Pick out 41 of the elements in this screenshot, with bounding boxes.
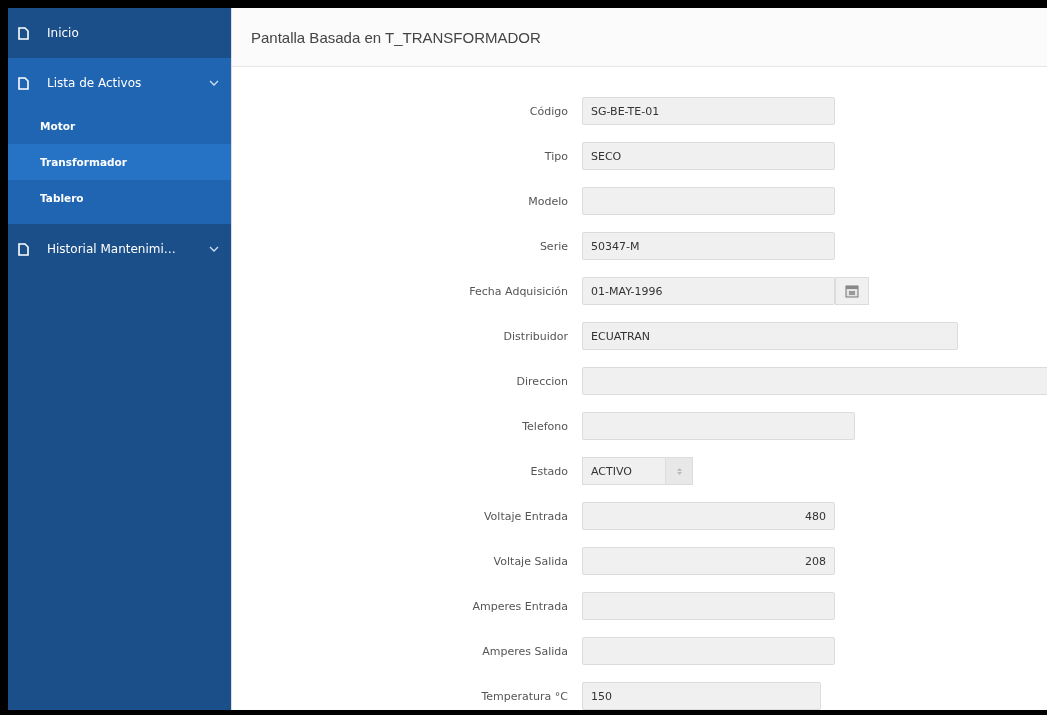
document-icon — [18, 76, 29, 90]
field-label: Voltaje Salida — [492, 554, 569, 568]
field-label: Amperes Entrada — [471, 599, 569, 613]
input-field[interactable]: SG-BE-TE-01 — [582, 97, 835, 125]
input-field[interactable] — [582, 412, 855, 440]
date-field[interactable]: 01-MAY-1996 — [582, 277, 835, 305]
field-label: Modelo — [527, 194, 569, 208]
nav-subitem[interactable]: Tablero — [8, 180, 231, 216]
calendar-icon — [845, 284, 859, 298]
input-field[interactable] — [582, 367, 1047, 395]
field-label: Estado — [529, 464, 569, 478]
chevron-icon — [209, 80, 219, 86]
document-icon — [18, 242, 29, 256]
chevron-icon — [209, 246, 219, 252]
nav-subitem[interactable]: Motor — [8, 108, 231, 144]
nav-subitem[interactable]: Transformador — [8, 144, 231, 180]
sort-arrows-icon — [676, 467, 682, 475]
input-field[interactable]: 208 — [582, 547, 835, 575]
nav-item[interactable]: Lista de Activos — [8, 58, 231, 108]
field-label: Código — [528, 104, 569, 118]
field-label: Serie — [538, 239, 569, 253]
calendar-button[interactable] — [835, 277, 869, 305]
field-label: Distribuidor — [502, 329, 569, 343]
field-label: Fecha Adquisición — [468, 284, 569, 298]
input-field[interactable] — [582, 637, 835, 665]
region-title: Pantalla Basada en T_TRANSFORMADOR — [251, 28, 541, 46]
field-label: Telefono — [521, 419, 569, 433]
document-icon — [18, 26, 29, 40]
status-select[interactable]: ACTIVO — [582, 457, 693, 485]
input-field[interactable]: 480 — [582, 502, 835, 530]
input-field[interactable]: 150 — [582, 682, 821, 710]
input-field[interactable]: SECO — [582, 142, 835, 170]
field-label: Temperatura °C — [480, 689, 569, 703]
field-label: Amperes Salida — [481, 644, 569, 658]
input-field[interactable] — [582, 592, 835, 620]
field-label: Direccion — [515, 374, 569, 388]
field-label: Voltaje Entrada — [482, 509, 569, 523]
field-label: Tipo — [543, 149, 569, 163]
input-field[interactable]: ECUATRAN — [582, 322, 958, 350]
input-field[interactable] — [582, 187, 835, 215]
input-field[interactable]: 50347-M — [582, 232, 835, 260]
